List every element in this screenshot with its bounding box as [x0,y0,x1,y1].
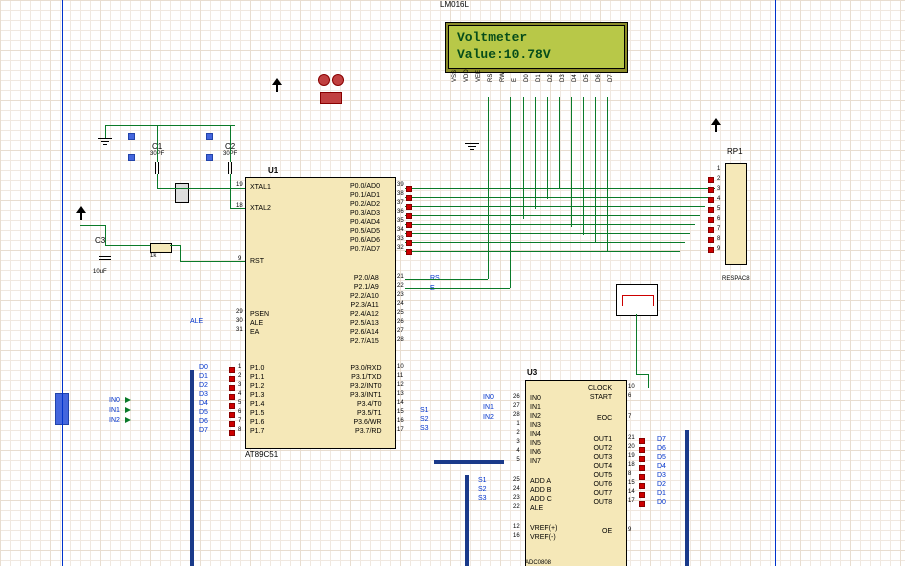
u1-right-nums-p0: 39 38 37 36 35 34 33 32 [397,182,404,254]
d-labels-u3: D7 D6 D5 D4 D3 D2 D1 D0 [657,436,666,508]
u1-right-nums-p2: 21 22 23 24 25 26 27 28 [397,274,404,346]
wire-p02 [405,206,705,207]
u1-part: AT89C51 [245,450,278,459]
d-labels: D0 D1 D2 D3 D4 D5 D6 D7 [199,364,208,436]
bus-u3 [685,430,689,566]
c2[interactable] [220,162,240,174]
schematic-canvas: LM016L Voltmeter Value:10.78V VSS VDD VE… [0,0,905,566]
u1-right-nums-p3: 10 11 12 13 14 15 16 17 [397,364,404,436]
u1-right-pins-p0: P0.0/AD0 P0.1/AD1 P0.2/AD2 P0.3/AD3 P0.4… [350,183,380,255]
u1-ref: U1 [268,166,278,175]
crystal[interactable] [175,183,189,203]
u1-right-pins-p2: P2.0/A8 P2.1/A9 P2.2/A10 P2.3/A11 P2.4/A… [350,275,379,347]
wire-p01 [405,197,710,198]
wire-p00 [405,188,715,189]
c3-ref: C3 [95,236,105,245]
wire-p06 [405,242,685,243]
r1[interactable] [150,243,172,253]
bus-mid [434,460,504,464]
u3-ref: U3 [527,368,537,377]
c1[interactable] [147,162,167,174]
lcd-module[interactable]: Voltmeter Value:10.78V [445,22,628,73]
probe-1[interactable] [318,74,330,86]
pwr-rp1 [711,122,721,132]
pwr-1 [272,82,282,92]
arrow-icon [125,397,131,403]
u3-part: ADC0808 [525,560,551,566]
rp1[interactable] [725,163,747,265]
u1-right-pins-p3: P3.0/RXD P3.1/TXD P3.2/INT0 P3.3/INT1 P3… [350,365,382,437]
probe-2[interactable] [332,74,344,86]
grid-major [0,0,905,566]
lcd-screen: Voltmeter Value:10.78V [448,25,625,69]
wire-p03 [405,215,700,216]
lcd-line1: Voltmeter [457,30,616,47]
wire-p05 [405,233,690,234]
bus-p1 [190,370,194,566]
u3-left: IN0 IN1 IN2 IN3 IN4 IN5 IN6 IN7 ADD A AD… [530,395,557,543]
c3[interactable] [99,248,111,268]
clock-gen[interactable] [616,284,658,316]
pwr-c3 [76,210,86,220]
bus-s [465,475,469,566]
lcd-line2: Value:10.78V [457,47,616,64]
rp1-part: RESPAC8 [722,276,750,282]
arrow-icon [125,407,131,413]
wire-p04 [405,224,695,225]
pot[interactable] [320,92,342,104]
wire-p07 [405,251,680,252]
u1-left-p1: P1.0 P1.1 P1.2 P1.3 P1.4 P1.5 P1.6 P1.7 [250,365,264,437]
arrow-icon [125,417,131,423]
u3-right: CLOCK START EOC OUT1 OUT2 OUT3 OUT4 OUT5… [588,385,612,537]
rp1-ref: RP1 [727,147,743,156]
lcd-ref: LM016L [440,0,469,9]
